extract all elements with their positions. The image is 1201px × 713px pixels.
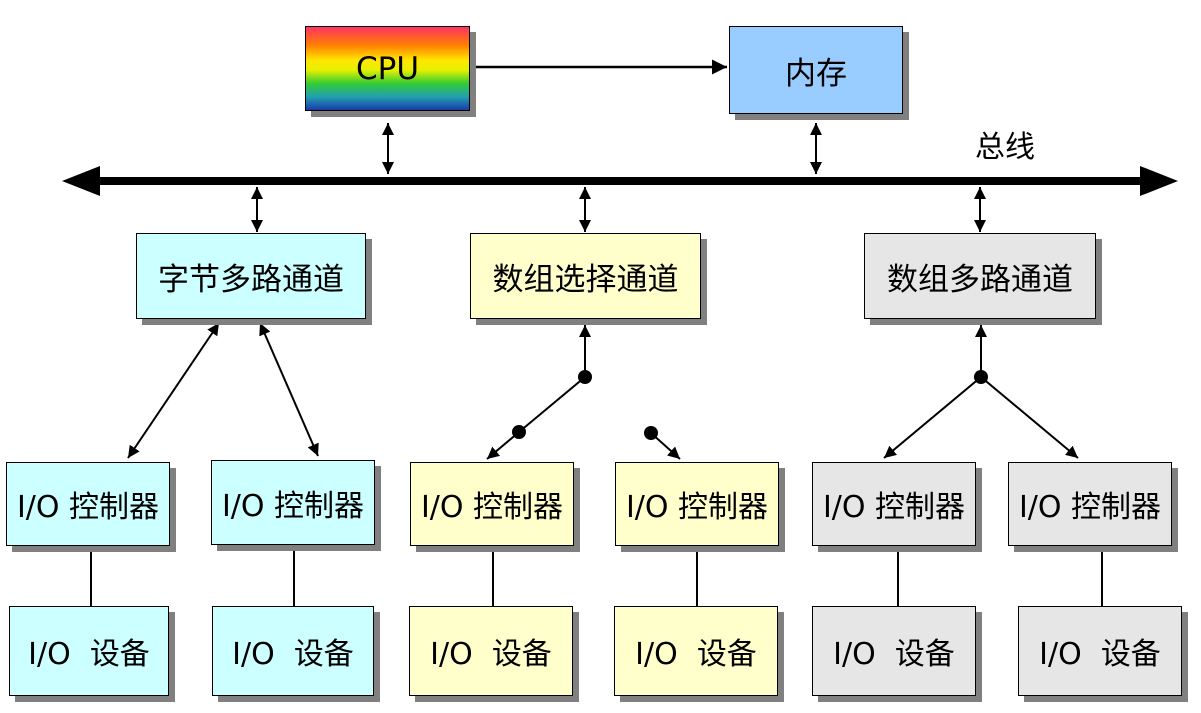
- byte-multiplexor-channel: 字节多路通道: [136, 233, 366, 319]
- device-label: I/O 设备: [430, 637, 552, 672]
- channel-label: 数组选择通道: [492, 261, 679, 298]
- io-controller: I/O 控制器: [812, 462, 976, 546]
- io-device: I/O 设备: [9, 606, 169, 696]
- io-device: I/O 设备: [1018, 606, 1182, 696]
- device-label: I/O 设备: [232, 637, 354, 672]
- device-label: I/O 设备: [1039, 637, 1161, 672]
- controller-label: I/O 控制器: [1018, 490, 1162, 525]
- cpu-label: CPU: [355, 50, 420, 87]
- io-device: I/O 设备: [812, 606, 976, 696]
- memory-label: 内存: [785, 55, 847, 92]
- io-controller: I/O 控制器: [410, 462, 574, 546]
- cpu-box: CPU: [305, 26, 470, 111]
- selector-switch: [486, 325, 681, 460]
- io-controller: I/O 控制器: [615, 462, 779, 546]
- io-device: I/O 设备: [614, 606, 778, 696]
- device-label: I/O 设备: [28, 637, 150, 672]
- controller-label: I/O 控制器: [625, 490, 769, 525]
- bus-label: 总线: [975, 130, 1035, 165]
- controller-label: I/O 控制器: [822, 490, 966, 525]
- block-multiplexor-fanout: [883, 325, 1079, 459]
- channel-label: 数组多路通道: [887, 261, 1073, 298]
- byte-channel-link-2: [259, 322, 319, 457]
- io-device: I/O 设备: [212, 606, 374, 696]
- selector-channel: 数组选择通道: [470, 233, 701, 319]
- channel-label: 字节多路通道: [158, 261, 344, 298]
- controller-label: I/O 控制器: [16, 490, 160, 525]
- device-label: I/O 设备: [635, 637, 757, 672]
- controller-device-lines: [90, 545, 1103, 606]
- block-multiplexor-channel: 数组多路通道: [864, 233, 1096, 319]
- memory-box: 内存: [729, 26, 903, 114]
- io-controller: I/O 控制器: [1008, 462, 1172, 546]
- system-bus: [62, 166, 1178, 196]
- device-label: I/O 设备: [833, 637, 955, 672]
- byte-channel-link-1: [127, 322, 220, 459]
- controller-label: I/O 控制器: [221, 488, 365, 524]
- io-controller: I/O 控制器: [6, 462, 170, 546]
- io-device: I/O 设备: [409, 606, 573, 696]
- io-controller: I/O 控制器: [211, 460, 375, 545]
- controller-label: I/O 控制器: [420, 490, 564, 525]
